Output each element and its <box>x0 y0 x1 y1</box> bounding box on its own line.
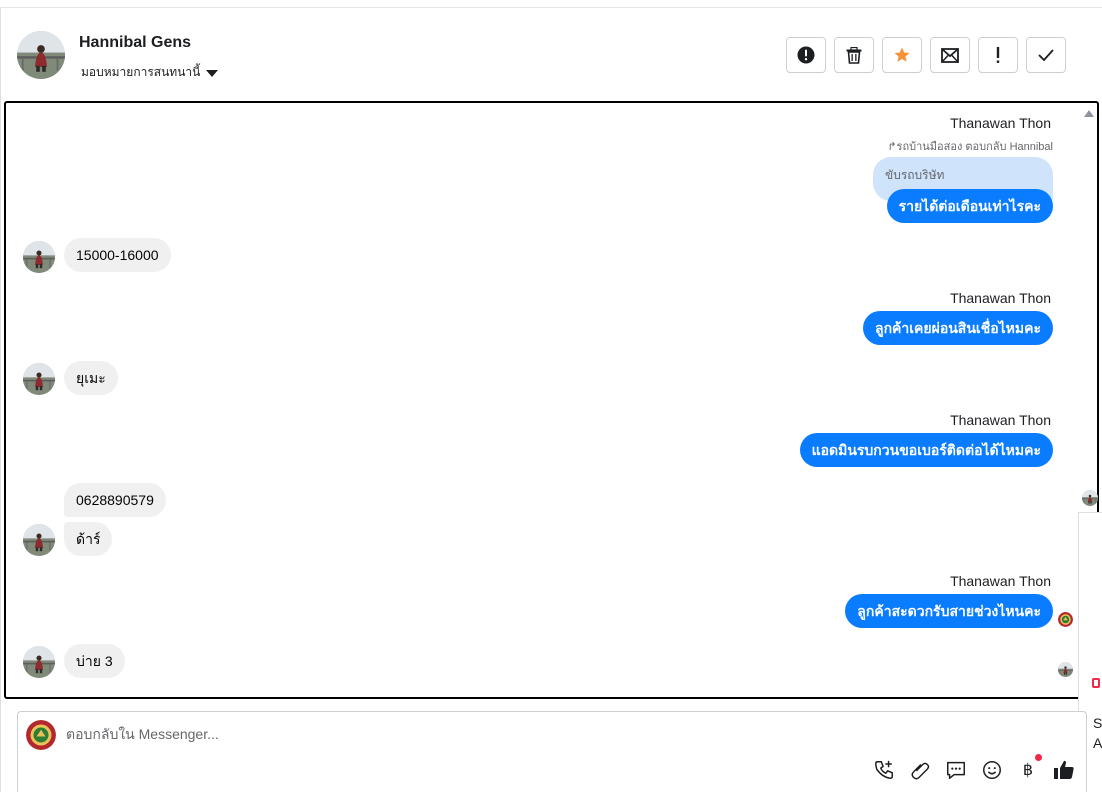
outgoing-message[interactable]: รายได้ต่อเดือนเท่าไรคะ <box>886 189 1053 223</box>
reply-input[interactable] <box>66 726 866 742</box>
contact-avatar-small[interactable] <box>23 241 55 273</box>
star-button[interactable] <box>882 37 922 73</box>
message-composer: ฿ <box>17 711 1087 792</box>
message-thread[interactable]: Thanawan Thon ↱รถบ้านมือสอง ตอบกลับ Hann… <box>4 101 1099 699</box>
contact-avatar-small[interactable] <box>23 646 55 678</box>
baht-icon[interactable]: ฿ <box>1016 754 1042 782</box>
contact-seen-avatar <box>1058 662 1073 677</box>
incoming-message[interactable]: บ่าย 3 <box>64 644 125 678</box>
assign-label: มอบหมายการสนทนานี้ <box>81 65 201 79</box>
mark-done-button[interactable] <box>1026 37 1066 73</box>
side-avatar[interactable] <box>1082 490 1098 506</box>
call-add-icon[interactable] <box>872 758 896 782</box>
thumbs-up-icon[interactable] <box>1052 758 1076 782</box>
left-divider <box>0 8 1 792</box>
envelope-icon <box>941 48 959 63</box>
exclamation-icon <box>996 47 1000 63</box>
trash-icon <box>846 46 862 64</box>
scroll-up-arrow-icon[interactable] <box>1084 110 1094 117</box>
partial-icon <box>1092 678 1100 688</box>
caret-down-icon <box>206 69 219 77</box>
saved-reply-icon[interactable] <box>944 758 968 782</box>
page-seen-avatar <box>1058 612 1073 627</box>
side-panel-text: S <box>1093 715 1102 731</box>
notification-dot <box>1035 754 1042 761</box>
incoming-message[interactable]: 15000-16000 <box>64 238 171 272</box>
composer-toolbar: ฿ <box>872 754 1076 782</box>
incoming-message[interactable]: ด้าร์ <box>64 522 113 556</box>
star-icon <box>894 47 910 62</box>
conversation-actions <box>786 37 1066 73</box>
spam-button[interactable] <box>786 37 826 73</box>
reply-context: ↱รถบ้านมือสอง ตอบกลับ Hannibal <box>887 141 1053 153</box>
checkmark-icon <box>1038 49 1054 61</box>
reply-arrow-icon: ↱ <box>887 141 897 153</box>
sender-name: Thanawan Thon <box>950 290 1051 306</box>
incoming-message[interactable]: 0628890579 <box>64 483 166 517</box>
outgoing-message[interactable]: ลูกค้าสะดวกรับสายช่วงไหนคะ <box>845 594 1053 628</box>
page-avatar <box>26 720 56 750</box>
mark-unread-button[interactable] <box>930 37 970 73</box>
paperclip-icon[interactable] <box>908 758 932 782</box>
sender-name: Thanawan Thon <box>950 115 1051 131</box>
delete-button[interactable] <box>834 37 874 73</box>
conversation-header: Hannibal Gens มอบหมายการสนทนานี้ <box>0 8 1102 100</box>
contact-name[interactable]: Hannibal Gens <box>79 34 191 52</box>
incoming-message[interactable]: ยุเมะ <box>64 361 118 395</box>
sender-name: Thanawan Thon <box>950 412 1051 428</box>
side-panel-text: A <box>1093 735 1102 751</box>
follow-up-button[interactable] <box>978 37 1018 73</box>
contact-avatar-small[interactable] <box>23 363 55 395</box>
contact-avatar[interactable] <box>17 31 65 79</box>
sender-name: Thanawan Thon <box>950 573 1051 589</box>
assign-conversation-dropdown[interactable]: มอบหมายการสนทนานี้ <box>81 63 219 82</box>
emoji-icon[interactable] <box>980 758 1004 782</box>
outgoing-message[interactable]: ลูกค้าเคยผ่อนสินเชื่อไหมคะ <box>862 311 1053 345</box>
outgoing-message[interactable]: แอดมินรบกวนขอเบอร์ติดต่อได้ไหมคะ <box>799 433 1053 467</box>
contact-avatar-small[interactable] <box>23 524 55 556</box>
alert-circle-icon <box>797 46 815 64</box>
